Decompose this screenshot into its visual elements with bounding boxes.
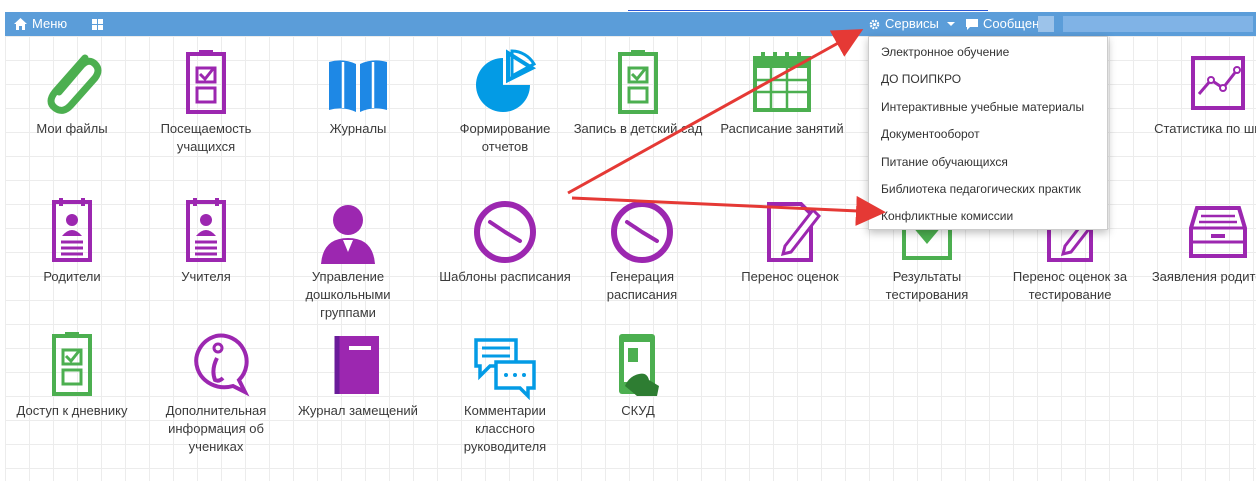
paperclip-icon (37, 48, 107, 118)
tile-substitution-journal[interactable]: Журнал замещений (291, 330, 425, 420)
dropdown-item-document-flow[interactable]: Документооборот (869, 121, 1107, 148)
chevron-down-icon (946, 22, 955, 26)
tile-label: Дополнительная информация об учениках (165, 403, 267, 454)
tile-kindergarten-enrollment[interactable]: Запись в детский сад (571, 48, 705, 138)
tile-school-statistics[interactable]: Статистика по школе (1151, 48, 1256, 138)
comment-icon (966, 18, 978, 30)
profile-card-icon (171, 196, 241, 266)
tile-grade-transfer[interactable]: Перенос оценок (723, 196, 857, 286)
tile-label: Заявления родителей (1151, 269, 1256, 284)
apps-grid-button[interactable] (92, 12, 103, 36)
person-icon (313, 196, 383, 266)
services-label: Сервисы (885, 16, 939, 31)
tile-class-schedule[interactable]: Расписание занятий (715, 48, 849, 138)
pie-chart-icon (470, 48, 540, 118)
tile-label: Расписание занятий (720, 121, 844, 136)
tablet-hand-icon (603, 330, 673, 400)
hyperlink-underline[interactable] (628, 0, 988, 11)
tile-reports[interactable]: Формирование отчетов (438, 48, 572, 156)
tile-label: Журналы (329, 121, 387, 136)
dropdown-item-student-meals[interactable]: Питание обучающихся (869, 149, 1107, 176)
gear-icon (869, 19, 880, 29)
top-navigation-bar: Меню Сервисы Сообщения (5, 12, 1256, 36)
tile-label: Статистика по школе (1154, 121, 1256, 136)
clipboard-check-icon (171, 48, 241, 118)
tile-label: Родители (43, 269, 101, 284)
tile-teacher-comments[interactable]: Комментарии классного руководителя (438, 330, 572, 456)
tile-label: Управление дошкольными группами (305, 269, 391, 320)
tile-label: Формирование отчетов (459, 121, 551, 154)
tile-label: Мои файлы (36, 121, 108, 136)
tile-teachers[interactable]: Учителя (139, 196, 273, 286)
tile-access-control[interactable]: СКУД (571, 330, 705, 420)
clock-icon (607, 196, 677, 266)
open-book-icon (323, 48, 393, 118)
tile-label: Комментарии классного руководителя (463, 403, 547, 454)
tile-label: Результаты тестирования (885, 269, 969, 302)
dropdown-item-e-learning[interactable]: Электронное обучение (869, 39, 1107, 66)
tile-label: Перенос оценок (741, 269, 839, 284)
menu-button[interactable]: Меню (14, 12, 67, 36)
book-icon (323, 330, 393, 400)
tile-label: Генерация расписания (606, 269, 678, 302)
tile-diary-access[interactable]: Доступ к дневнику (5, 330, 139, 420)
menu-label: Меню (32, 16, 68, 31)
tile-label: Перенос оценок за тестирование (1012, 269, 1128, 302)
clipboard-check-icon (603, 48, 673, 118)
tile-label: Учителя (181, 269, 231, 284)
pencil-document-icon (755, 196, 825, 266)
tile-label: Доступ к дневнику (16, 403, 128, 418)
tile-parents[interactable]: Родители (5, 196, 139, 286)
profile-card-icon (37, 196, 107, 266)
document-header-strip (0, 0, 1256, 12)
tile-label: Посещаемость учащихся (160, 121, 252, 154)
tile-schedule-templates[interactable]: Шаблоны расписания (438, 196, 572, 286)
notification-indicator[interactable] (1038, 16, 1054, 32)
user-account-box[interactable] (1063, 16, 1253, 32)
dropdown-item-conflict-commissions[interactable]: Конфликтные комиссии (869, 203, 1107, 230)
tile-parent-applications[interactable]: Заявления родителей (1151, 196, 1256, 286)
tile-label: Журнал замещений (298, 403, 418, 418)
inbox-tray-icon (1183, 196, 1253, 266)
info-bubble-icon (181, 330, 251, 400)
tile-student-info[interactable]: Дополнительная информация об учениках (149, 330, 283, 456)
tile-preschool-groups[interactable]: Управление дошкольными группами (281, 196, 415, 322)
tile-label: Запись в детский сад (573, 121, 703, 136)
tile-label: Шаблоны расписания (439, 269, 571, 284)
services-dropdown-menu: Электронное обучение ДО ПОИПКРО Интеракт… (868, 36, 1108, 230)
tile-schedule-generation[interactable]: Генерация расписания (575, 196, 709, 304)
dropdown-item-practices-library[interactable]: Библиотека педагогических практик (869, 176, 1107, 203)
tile-attendance[interactable]: Посещаемость учащихся (139, 48, 273, 156)
dropdown-item-interactive-materials[interactable]: Интерактивные учебные материалы (869, 94, 1107, 121)
calendar-icon (747, 48, 817, 118)
line-graph-icon (1183, 48, 1253, 118)
clipboard-check-icon (37, 330, 107, 400)
dropdown-item-do-poipkro[interactable]: ДО ПОИПКРО (869, 66, 1107, 93)
tile-my-files[interactable]: Мои файлы (5, 48, 139, 138)
services-menu-button[interactable]: Сервисы (869, 12, 955, 36)
grid-icon (92, 18, 103, 30)
clock-icon (470, 196, 540, 266)
home-icon (14, 18, 27, 30)
chat-bubbles-icon (470, 330, 540, 400)
tile-journals[interactable]: Журналы (291, 48, 425, 138)
tile-label: СКУД (621, 403, 655, 418)
